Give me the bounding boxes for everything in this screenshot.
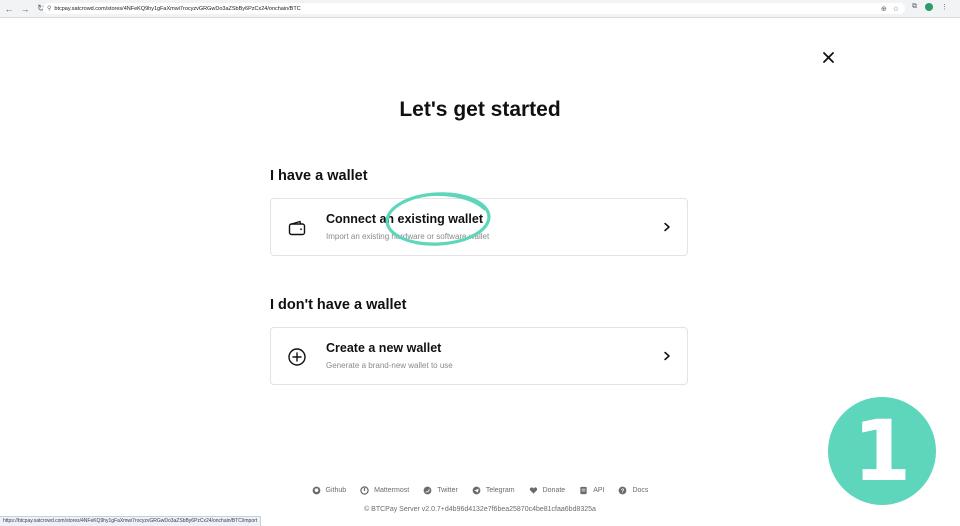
footer-link-donate[interactable]: Donate: [529, 486, 566, 495]
docs-icon: ?: [619, 486, 627, 495]
footer-link-label: Donate: [542, 487, 566, 494]
create-new-wallet-option[interactable]: Create a new wallet Generate a brand-new…: [270, 327, 688, 385]
heart-icon: [529, 487, 537, 494]
plus-circle-icon: [288, 348, 306, 366]
have-wallet-heading: I have a wallet: [270, 168, 368, 184]
option-title: Connect an existing wallet: [326, 212, 483, 226]
footer-link-github[interactable]: Github: [312, 486, 347, 495]
address-bar-url: btcpay.satcrowd.com/stores/4NFeKQ9hy1gFa…: [54, 5, 301, 12]
telegram-icon: [472, 486, 481, 495]
footer-link-label: Twitter: [437, 487, 458, 494]
extensions-icon[interactable]: ⧉: [912, 3, 917, 11]
page-title: Let's get started: [399, 98, 561, 121]
option-subtitle: Generate a brand-new wallet to use: [326, 361, 453, 370]
footer-link-mattermost[interactable]: Mattermost: [360, 486, 409, 495]
footer-link-twitter[interactable]: Twitter: [423, 486, 458, 495]
footer-link-label: API: [593, 487, 605, 494]
footer-link-label: Github: [325, 487, 347, 494]
bookmark-star-icon[interactable]: ☆: [893, 5, 899, 13]
back-icon[interactable]: ←: [2, 2, 16, 16]
no-wallet-heading: I don't have a wallet: [270, 297, 407, 313]
zoom-icon[interactable]: ⊕: [881, 5, 887, 13]
connect-existing-wallet-option[interactable]: Connect an existing wallet Import an exi…: [270, 198, 688, 256]
footer-link-api[interactable]: API: [579, 486, 604, 495]
option-title: Create a new wallet: [326, 341, 442, 355]
site-info-icon[interactable]: ⚲: [47, 5, 51, 12]
footer-link-docs[interactable]: ? Docs: [618, 486, 648, 495]
close-icon[interactable]: [820, 49, 837, 66]
forward-icon[interactable]: →: [18, 2, 32, 16]
footer-link-telegram[interactable]: Telegram: [472, 486, 515, 495]
footer-links: Github Mattermost Twitter Telegram Donat…: [0, 486, 960, 495]
footer-link-label: Mattermost: [374, 487, 410, 494]
footer-link-label: Telegram: [485, 487, 515, 494]
option-subtitle: Import an existing hardware or software …: [326, 232, 490, 241]
step-number-badge: 1: [828, 397, 936, 505]
github-icon: [312, 486, 320, 495]
chevron-right-icon: [664, 351, 670, 361]
footer-link-label: Docs: [632, 487, 649, 494]
chevron-right-icon: [664, 222, 670, 232]
profile-avatar[interactable]: [925, 3, 933, 11]
mattermost-icon: [360, 486, 369, 495]
address-bar[interactable]: ⚲ btcpay.satcrowd.com/stores/4NFeKQ9hy1g…: [43, 3, 905, 14]
api-icon: [580, 486, 587, 495]
twitter-icon: [423, 486, 432, 495]
browser-toolbar: ← → ↻ ⚲ btcpay.satcrowd.com/stores/4NFeK…: [0, 0, 960, 18]
wallet-icon: [288, 220, 306, 236]
svg-text:?: ?: [621, 489, 625, 495]
browser-menu-icon[interactable]: ⋮: [941, 3, 948, 11]
footer-copyright: © BTCPay Server v2.0.7+d4b96d4132e7f6bea…: [364, 506, 596, 513]
